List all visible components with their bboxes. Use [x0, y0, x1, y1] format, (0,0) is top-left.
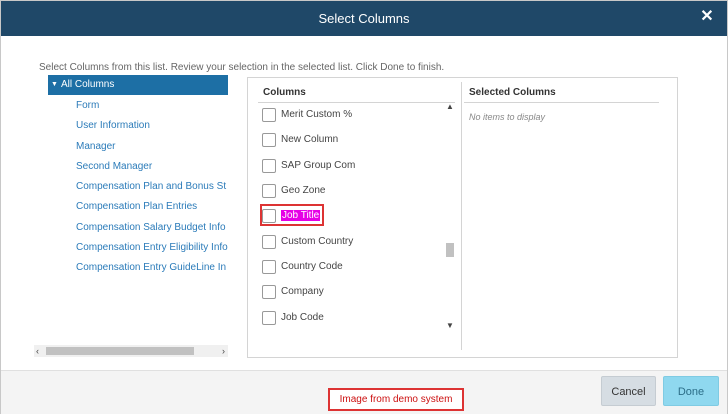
scrollbar-thumb[interactable]: [446, 243, 454, 257]
column-label: SAP Group Com: [281, 160, 356, 171]
expand-triangle-icon[interactable]: ▼: [51, 75, 58, 95]
columns-panel: Columns Merit Custom % New Column SAP Gr…: [247, 77, 678, 358]
tree-item[interactable]: Compensation Entry Eligibility Info: [76, 242, 229, 253]
column-label: Geo Zone: [281, 185, 326, 196]
column-checkbox[interactable]: [262, 311, 276, 325]
annotation-highlight-box: [260, 204, 324, 226]
column-item[interactable]: Custom Country: [262, 233, 442, 253]
tree-item[interactable]: User Information: [76, 120, 229, 131]
panel-divider: [461, 82, 462, 350]
tree-item-all-columns[interactable]: ▼ All Columns: [48, 75, 228, 95]
column-label: Country Code: [281, 261, 343, 272]
tree-item[interactable]: Manager: [76, 141, 229, 152]
tree-item[interactable]: Compensation Entry GuideLine In: [76, 262, 229, 273]
header-divider: [464, 102, 659, 103]
columns-vertical-scrollbar[interactable]: ▲ ▼: [445, 102, 456, 330]
tree-horizontal-scrollbar[interactable]: ‹ ›: [34, 345, 228, 357]
column-checkbox[interactable]: [262, 184, 276, 198]
demo-system-annotation: Image from demo system: [328, 388, 464, 411]
column-category-tree: ▼ All Columns Form User Information Mana…: [34, 75, 229, 360]
done-button[interactable]: Done: [663, 376, 719, 406]
header-divider: [258, 102, 455, 103]
column-label: Custom Country: [281, 236, 354, 247]
column-checkbox[interactable]: [262, 285, 276, 299]
column-label: Job Code: [281, 312, 324, 323]
selected-empty-text: No items to display: [469, 112, 546, 122]
tree-root-label: All Columns: [61, 79, 115, 90]
column-checkbox[interactable]: [262, 260, 276, 274]
select-columns-dialog: Select Columns ✕ Select Columns from thi…: [0, 0, 728, 414]
column-item[interactable]: Country Code: [262, 258, 442, 278]
dialog-titlebar: Select Columns ✕: [1, 1, 727, 36]
column-checkbox[interactable]: [262, 108, 276, 122]
column-label: New Column: [281, 134, 339, 145]
column-item[interactable]: Company: [262, 283, 442, 303]
column-checkbox[interactable]: [262, 235, 276, 249]
column-checkbox[interactable]: [262, 133, 276, 147]
column-label: Merit Custom %: [281, 109, 353, 120]
close-icon[interactable]: ✕: [699, 9, 715, 25]
column-checkbox[interactable]: [262, 159, 276, 173]
selected-columns-header: Selected Columns: [469, 87, 556, 98]
column-item[interactable]: Geo Zone: [262, 182, 442, 202]
columns-header: Columns: [263, 87, 306, 98]
tree-item[interactable]: Compensation Plan and Bonus St: [76, 181, 229, 192]
column-item[interactable]: Job Code: [262, 309, 442, 329]
column-item[interactable]: Merit Custom %: [262, 106, 442, 126]
scroll-down-icon[interactable]: ▼: [446, 321, 454, 330]
column-label: Company: [281, 286, 324, 297]
column-item[interactable]: SAP Group Com: [262, 157, 442, 177]
tree-item[interactable]: Compensation Plan Entries: [76, 201, 229, 212]
cancel-button[interactable]: Cancel: [601, 376, 656, 406]
tree-item[interactable]: Form: [76, 100, 229, 111]
scroll-up-icon[interactable]: ▲: [446, 102, 454, 111]
instructions-text: Select Columns from this list. Review yo…: [39, 62, 445, 73]
scroll-left-icon[interactable]: ‹: [36, 345, 39, 357]
dialog-title: Select Columns: [318, 11, 410, 26]
tree-item[interactable]: Compensation Salary Budget Info: [76, 222, 229, 233]
tree-item[interactable]: Second Manager: [76, 161, 229, 172]
scrollbar-thumb[interactable]: [46, 347, 194, 355]
column-item[interactable]: New Column: [262, 131, 442, 151]
scroll-right-icon[interactable]: ›: [222, 345, 225, 357]
